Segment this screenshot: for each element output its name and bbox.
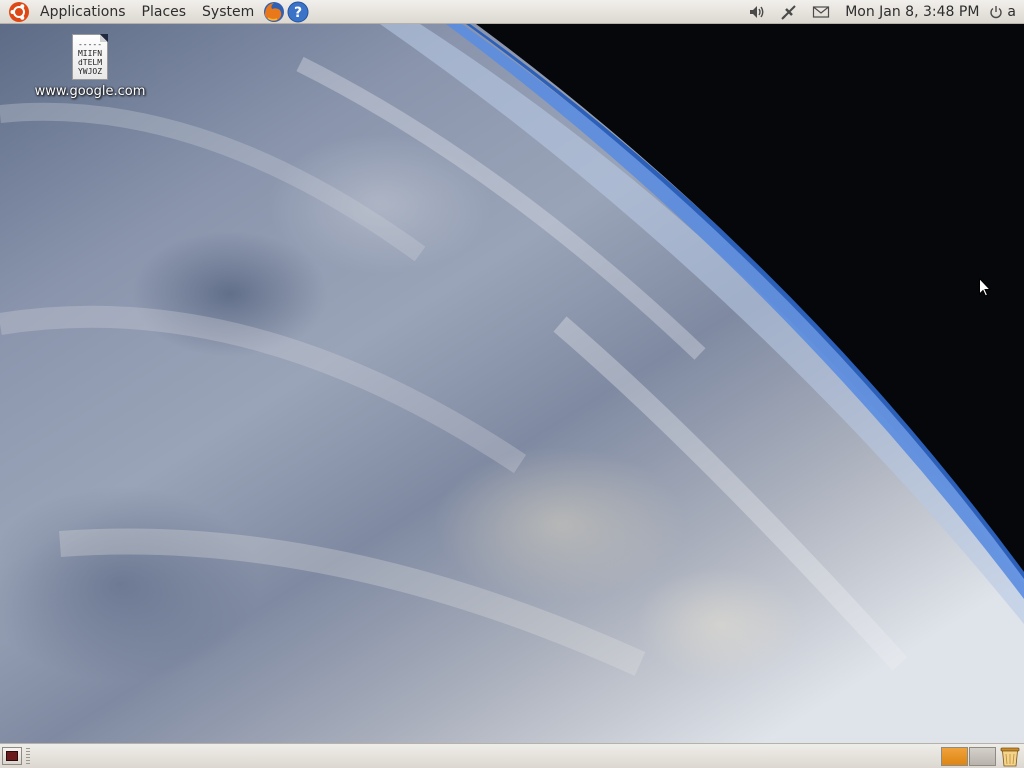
- panel-handle[interactable]: [26, 748, 30, 764]
- trash-icon[interactable]: [999, 746, 1021, 767]
- mail-icon[interactable]: [812, 3, 830, 21]
- clock[interactable]: Mon Jan 8, 3:48 PM: [837, 4, 989, 20]
- firefox-icon[interactable]: [263, 1, 285, 23]
- preview-line: MIIFN: [77, 49, 103, 58]
- mouse-pointer-icon: [979, 278, 991, 297]
- top-panel: Applications Places System ? Mon Jan 8,: [0, 0, 1024, 24]
- show-desktop-button[interactable]: [2, 747, 22, 765]
- document-icon: ----- MIIFN dTELM YWJOZ: [72, 34, 108, 80]
- user-name: a: [1007, 4, 1016, 20]
- svg-text:?: ?: [294, 5, 302, 21]
- workspace-1[interactable]: [941, 747, 968, 766]
- desktop-wallpaper: [0, 24, 1024, 743]
- workspace-2[interactable]: [969, 747, 996, 766]
- menu-applications[interactable]: Applications: [32, 0, 134, 24]
- desktop-icon-label: www.google.com: [34, 84, 146, 99]
- desktop-file-icon[interactable]: ----- MIIFN dTELM YWJOZ www.google.com: [28, 34, 152, 99]
- network-icon[interactable]: [780, 3, 798, 21]
- volume-icon[interactable]: [748, 3, 766, 21]
- menu-places[interactable]: Places: [134, 0, 195, 24]
- ubuntu-logo-icon[interactable]: [8, 1, 30, 23]
- preview-line: YWJOZ: [77, 67, 103, 76]
- help-icon[interactable]: ?: [287, 1, 309, 23]
- show-desktop-icon: [6, 751, 18, 761]
- user-session-menu[interactable]: a: [989, 4, 1024, 20]
- page-fold: [100, 34, 108, 42]
- preview-line: dTELM: [77, 58, 103, 67]
- bottom-panel: [0, 743, 1024, 768]
- earth-horizon-image: [0, 24, 1024, 676]
- power-icon: [990, 6, 1003, 19]
- menu-system[interactable]: System: [194, 0, 262, 24]
